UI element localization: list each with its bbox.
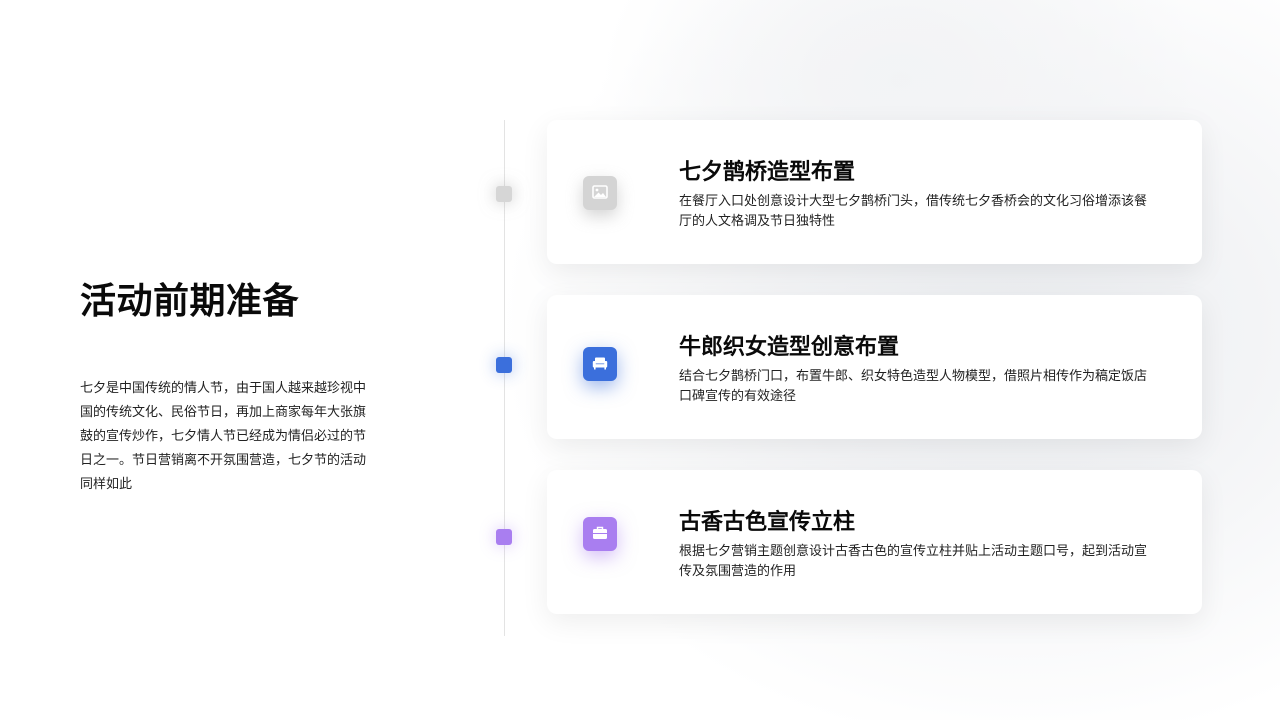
timeline-dot-3 xyxy=(496,529,512,545)
card-title: 古香古色宣传立柱 xyxy=(679,510,856,535)
feature-card-3: 古香古色宣传立柱 根据七夕营销主题创意设计古香古色的宣传立柱并贴上活动主题口号，… xyxy=(547,470,1202,614)
timeline-dot-1 xyxy=(496,186,512,202)
image-icon xyxy=(592,184,608,203)
intro-paragraph: 七夕是中国传统的情人节，由于国人越来越珍视中国的传统文化、民俗节日，再加上商家每… xyxy=(80,381,367,492)
card-description: 根据七夕营销主题创意设计古香古色的宣传立柱并贴上活动主题口号，起到活动宣传及氛围… xyxy=(679,544,1148,579)
briefcase-icon xyxy=(592,525,608,544)
card-description: 结合七夕鹊桥门口，布置牛郎、织女特色造型人物模型，借照片相传作为稿定饭店口碑宣传… xyxy=(679,369,1148,404)
feature-card-1: 七夕鹊桥造型布置 在餐厅入口处创意设计大型七夕鹊桥门头，借传统七夕香桥会的文化习… xyxy=(547,120,1202,264)
card-title: 牛郎织女造型创意布置 xyxy=(679,335,900,360)
icon-badge-2 xyxy=(583,347,617,381)
sofa-icon xyxy=(592,355,608,374)
feature-card-2: 牛郎织女造型创意布置 结合七夕鹊桥门口，布置牛郎、织女特色造型人物模型，借照片相… xyxy=(547,295,1202,439)
timeline-dot-2 xyxy=(496,357,512,373)
icon-badge-1 xyxy=(583,176,617,210)
card-title: 七夕鹊桥造型布置 xyxy=(679,160,856,185)
page-title: 活动前期准备 xyxy=(80,281,300,322)
card-description: 在餐厅入口处创意设计大型七夕鹊桥门头，借传统七夕香桥会的文化习俗增添该餐厅的人文… xyxy=(679,194,1148,229)
icon-badge-3 xyxy=(583,517,617,551)
